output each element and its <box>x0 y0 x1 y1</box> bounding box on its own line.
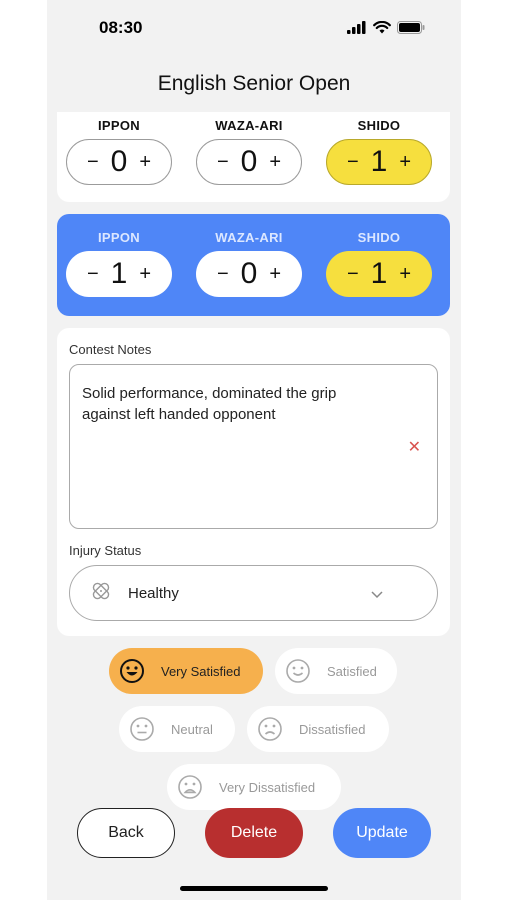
injury-status-select[interactable]: Healthy <box>69 565 438 621</box>
phone-screen: 08:30 English Senior Open IPPON − 0 + WA… <box>47 0 461 900</box>
shido-label: SHIDO <box>357 118 401 133</box>
ippon-value: 0 <box>110 145 128 178</box>
neutral-face-icon <box>129 716 155 742</box>
update-button[interactable]: Update <box>333 808 431 858</box>
satisfaction-dissatisfied[interactable]: Dissatisfied <box>247 706 389 752</box>
status-icons <box>347 20 425 39</box>
notes-panel: Contest Notes Solid performance, dominat… <box>57 328 450 636</box>
chip-label: Dissatisfied <box>299 721 366 737</box>
increment-button[interactable]: + <box>139 264 151 284</box>
satisfied-face-icon <box>285 658 311 684</box>
shido-value: 1 <box>370 257 388 290</box>
contest-notes-text: Solid performance, dominated the grip ag… <box>82 385 337 423</box>
shido-column: SHIDO − 1 + <box>325 118 433 185</box>
signal-icon <box>347 21 367 39</box>
page-title: English Senior Open <box>157 72 351 95</box>
ippon-stepper: − 1 + <box>66 251 172 297</box>
back-button[interactable]: Back <box>77 808 175 858</box>
waza-ari-column: WAZA-ARI − 0 + <box>195 230 303 297</box>
status-time: 08:30 <box>99 18 143 37</box>
satisfaction-very-satisfied[interactable]: Very Satisfied <box>109 648 263 694</box>
waza-ari-stepper: − 0 + <box>196 139 302 185</box>
home-indicator <box>180 886 328 891</box>
waza-ari-value: 0 <box>240 145 258 178</box>
score-card-blue: IPPON − 1 + WAZA-ARI − 0 + SHIDO − 1 + <box>57 214 450 316</box>
satisfaction-neutral[interactable]: Neutral <box>119 706 235 752</box>
wifi-icon <box>373 20 391 39</box>
status-bar: 08:30 <box>47 0 461 58</box>
score-card-white: IPPON − 0 + WAZA-ARI − 0 + SHIDO − 1 + <box>57 112 450 202</box>
ippon-column: IPPON − 0 + <box>65 118 173 185</box>
very-satisfied-face-icon <box>119 658 145 684</box>
chip-label: Very Dissatisfied <box>219 779 316 795</box>
satisfaction-satisfied[interactable]: Satisfied <box>275 648 397 694</box>
waza-ari-label: WAZA-ARI <box>215 230 283 245</box>
waza-ari-column: WAZA-ARI − 0 + <box>195 118 303 185</box>
decrement-button[interactable]: − <box>87 264 99 284</box>
decrement-button[interactable]: − <box>347 152 359 172</box>
dissatisfied-face-icon <box>257 716 283 742</box>
satisfaction-very-dissatisfied[interactable]: Very Dissatisfied <box>167 764 341 810</box>
decrement-button[interactable]: − <box>87 152 99 172</box>
increment-button[interactable]: + <box>269 264 281 284</box>
increment-button[interactable]: + <box>269 152 281 172</box>
ippon-label: IPPON <box>98 118 140 133</box>
shido-value: 1 <box>370 145 388 178</box>
injury-status-label: Injury Status <box>69 543 142 558</box>
ippon-stepper: − 0 + <box>66 139 172 185</box>
injury-status-value: Healthy <box>128 584 179 602</box>
chip-label: Very Satisfied <box>161 663 241 679</box>
ippon-column: IPPON − 1 + <box>65 230 173 297</box>
shido-stepper: − 1 + <box>326 251 432 297</box>
close-icon[interactable]: ✕ <box>408 437 421 458</box>
contest-notes-label: Contest Notes <box>69 342 152 357</box>
increment-button[interactable]: + <box>139 152 151 172</box>
chevron-down-icon <box>371 586 383 604</box>
left-margin <box>0 0 47 900</box>
shido-column: SHIDO − 1 + <box>325 230 433 297</box>
shido-label: SHIDO <box>357 230 401 245</box>
decrement-button[interactable]: − <box>217 264 229 284</box>
waza-ari-label: WAZA-ARI <box>215 118 283 133</box>
increment-button[interactable]: + <box>399 264 411 284</box>
delete-button[interactable]: Delete <box>205 808 303 858</box>
waza-ari-value: 0 <box>240 257 258 290</box>
increment-button[interactable]: + <box>399 152 411 172</box>
right-margin <box>460 0 507 900</box>
shido-stepper: − 1 + <box>326 139 432 185</box>
contest-notes-field[interactable]: Solid performance, dominated the grip ag… <box>69 364 438 529</box>
waza-ari-stepper: − 0 + <box>196 251 302 297</box>
bandage-icon <box>90 580 112 607</box>
decrement-button[interactable]: − <box>347 264 359 284</box>
chip-label: Satisfied <box>327 663 377 679</box>
very-dissatisfied-face-icon <box>177 774 203 800</box>
ippon-value: 1 <box>110 257 128 290</box>
chip-label: Neutral <box>171 721 213 737</box>
battery-icon <box>397 21 425 39</box>
ippon-label: IPPON <box>98 230 140 245</box>
decrement-button[interactable]: − <box>217 152 229 172</box>
